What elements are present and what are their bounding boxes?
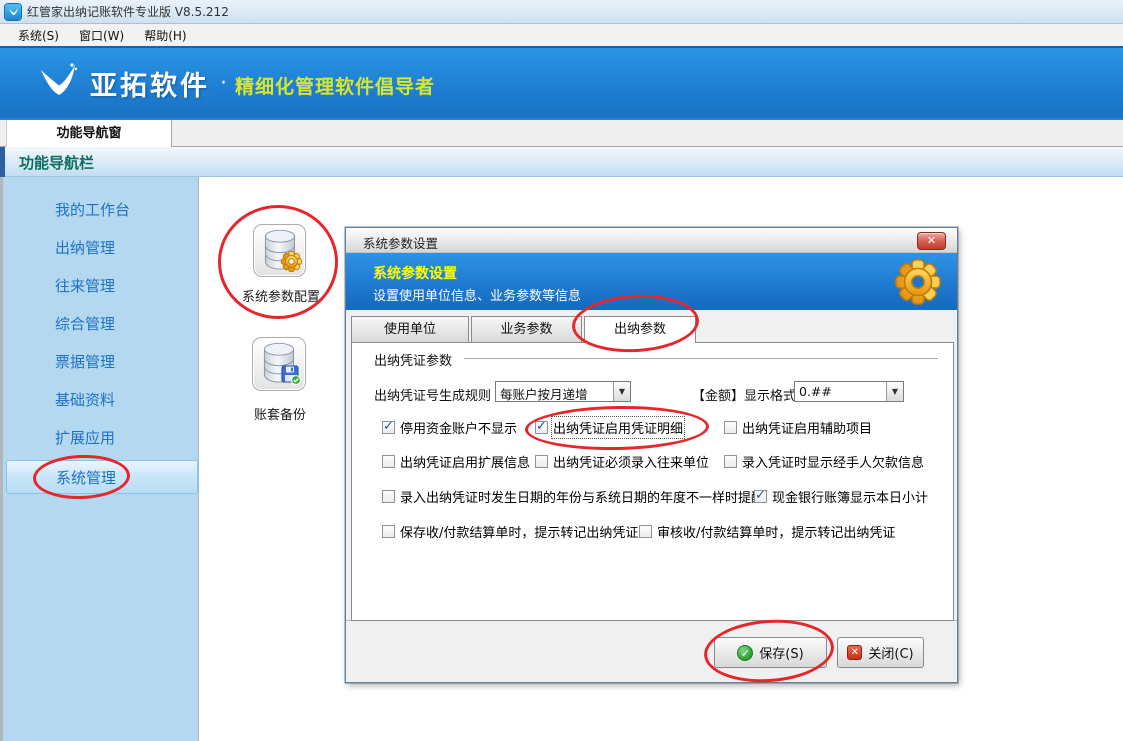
window-titlebar: 红管家出纳记账软件专业版 V8.5.212 <box>0 0 1123 24</box>
sidebar: 我的工作台 出纳管理 往来管理 综合管理 票据管理 基础资料 扩展应用 系统管理 <box>0 177 199 741</box>
save-check-icon <box>737 645 753 661</box>
chevron-down-icon[interactable]: ▼ <box>613 382 630 401</box>
checkbox-show-handler-debt[interactable]: 录入凭证时显示经手人欠款信息 <box>724 452 924 471</box>
brand-logo-icon <box>36 61 80 105</box>
dialog-titlebar: 系统参数设置 ✕ <box>346 228 957 253</box>
menu-window[interactable]: 窗口(W) <box>69 25 134 46</box>
checkbox-daily-subtotal[interactable]: 现金银行账簿显示本日小计 <box>754 487 928 506</box>
checkbox-require-contact-unit[interactable]: 出纳凭证必须录入往来单位 <box>535 452 709 471</box>
checkbox-box[interactable] <box>382 421 395 434</box>
checkbox-box[interactable] <box>382 455 395 468</box>
checkbox-box[interactable] <box>382 525 395 538</box>
checkbox-box[interactable] <box>382 490 395 503</box>
brand-separator: · <box>220 71 227 96</box>
sidebar-item-bills[interactable]: 票据管理 <box>6 345 198 379</box>
dialog-header-title: 系统参数设置 <box>373 263 457 283</box>
system-params-dialog: 系统参数设置 ✕ 系统参数设置 设置使用单位信息、业务参数等信息 <box>345 227 958 683</box>
shortcut-backup-button[interactable] <box>252 337 306 391</box>
application-window: 红管家出纳记账软件专业版 V8.5.212 系统(S) 窗口(W) 帮助(H) … <box>0 0 1123 741</box>
dialog-header: 系统参数设置 设置使用单位信息、业务参数等信息 <box>346 253 957 310</box>
checkbox-save-settlement-prompt[interactable]: 保存收/付款结算单时，提示转记出纳凭证 <box>382 522 638 541</box>
checkbox-audit-settlement-prompt[interactable]: 审核收/付款结算单时，提示转记出纳凭证 <box>639 522 895 541</box>
amount-format-value: 0.## <box>799 384 832 399</box>
window-title: 红管家出纳记账软件专业版 V8.5.212 <box>27 3 229 20</box>
tab-function-navigation[interactable]: 功能导航窗 <box>6 120 172 149</box>
checkbox-hide-disabled-accounts[interactable]: 停用资金账户不显示 <box>382 418 517 437</box>
nav-banner-title: 功能导航栏 <box>19 152 94 173</box>
dialog-tab-cashier-params[interactable]: 出纳参数 <box>584 316 696 343</box>
dialog-close-button[interactable]: ✕ <box>917 232 946 250</box>
close-x-icon <box>847 645 862 660</box>
shortcut-system-params-label[interactable]: 系统参数配置 <box>231 286 331 305</box>
voucher-rule-label: 出纳凭证号生成规则 <box>374 385 491 404</box>
checkbox-enable-voucher-detail[interactable]: 出纳凭证启用凭证明细 <box>535 418 683 437</box>
amount-format-label: 【金额】显示格式 <box>692 385 796 404</box>
brand-slogan: 精细化管理软件倡导者 <box>235 68 435 99</box>
group-divider <box>464 358 938 359</box>
chevron-down-icon[interactable]: ▼ <box>886 382 903 401</box>
dialog-tab-business-params[interactable]: 业务参数 <box>471 316 582 342</box>
checkbox-box[interactable] <box>724 455 737 468</box>
group-title: 出纳凭证参数 <box>374 350 452 369</box>
checkbox-year-mismatch-alert[interactable]: 录入出纳凭证时发生日期的年份与系统日期的年度不一样时提醒 <box>382 487 764 506</box>
nav-accent-bar <box>0 147 5 177</box>
sidebar-item-system-management[interactable]: 系统管理 <box>6 460 198 494</box>
dialog-header-subtitle: 设置使用单位信息、业务参数等信息 <box>373 285 581 304</box>
close-button[interactable]: 关闭(C) <box>837 637 924 668</box>
sidebar-item-basic-data[interactable]: 基础资料 <box>6 383 198 417</box>
sidebar-item-comprehensive[interactable]: 综合管理 <box>6 307 198 341</box>
brand-name: 亚拓软件 <box>90 64 210 103</box>
gear-icon <box>895 259 941 309</box>
cashier-params-panel: 出纳凭证参数 出纳凭证号生成规则 每账户按月递增 ▼ 【金额】显示格式 0.##… <box>351 342 954 621</box>
sidebar-item-cashier[interactable]: 出纳管理 <box>6 231 198 265</box>
nav-banner: 功能导航栏 <box>0 147 1123 177</box>
floppy-disk-icon <box>281 365 301 389</box>
voucher-rule-select[interactable]: 每账户按月递增 ▼ <box>495 381 631 402</box>
checkbox-box[interactable] <box>754 490 767 503</box>
app-logo-icon <box>5 4 21 20</box>
menu-system[interactable]: 系统(S) <box>8 25 69 46</box>
checkbox-box[interactable] <box>724 421 737 434</box>
dialog-title: 系统参数设置 <box>363 233 438 252</box>
dialog-footer: 保存(S) 关闭(C) <box>346 620 957 682</box>
shortcut-system-params-button[interactable] <box>253 224 306 277</box>
menu-bar: 系统(S) 窗口(W) 帮助(H) <box>0 24 1123 46</box>
sidebar-item-contacts[interactable]: 往来管理 <box>6 269 198 303</box>
database-gear-icon <box>261 228 299 274</box>
document-tabstrip: 功能导航窗 <box>0 118 1123 147</box>
brand-banner: 亚拓软件 · 精细化管理软件倡导者 <box>0 46 1123 118</box>
checkbox-box[interactable] <box>535 455 548 468</box>
database-backup-icon <box>260 341 298 387</box>
checkbox-box[interactable] <box>639 525 652 538</box>
sidebar-item-extensions[interactable]: 扩展应用 <box>6 421 198 455</box>
menu-help[interactable]: 帮助(H) <box>134 25 196 46</box>
shortcut-backup-label[interactable]: 账套备份 <box>230 404 330 423</box>
checkbox-enable-aux-items[interactable]: 出纳凭证启用辅助项目 <box>724 418 872 437</box>
gear-overlay-icon <box>281 251 302 276</box>
sidebar-item-workbench[interactable]: 我的工作台 <box>6 193 198 227</box>
checkbox-enable-extended-info[interactable]: 出纳凭证启用扩展信息 <box>382 452 530 471</box>
checkbox-box[interactable] <box>535 421 548 434</box>
amount-format-select[interactable]: 0.## ▼ <box>794 381 904 402</box>
voucher-rule-value: 每账户按月递增 <box>500 384 588 403</box>
save-button[interactable]: 保存(S) <box>714 637 827 668</box>
dialog-tab-company[interactable]: 使用单位 <box>351 316 469 342</box>
